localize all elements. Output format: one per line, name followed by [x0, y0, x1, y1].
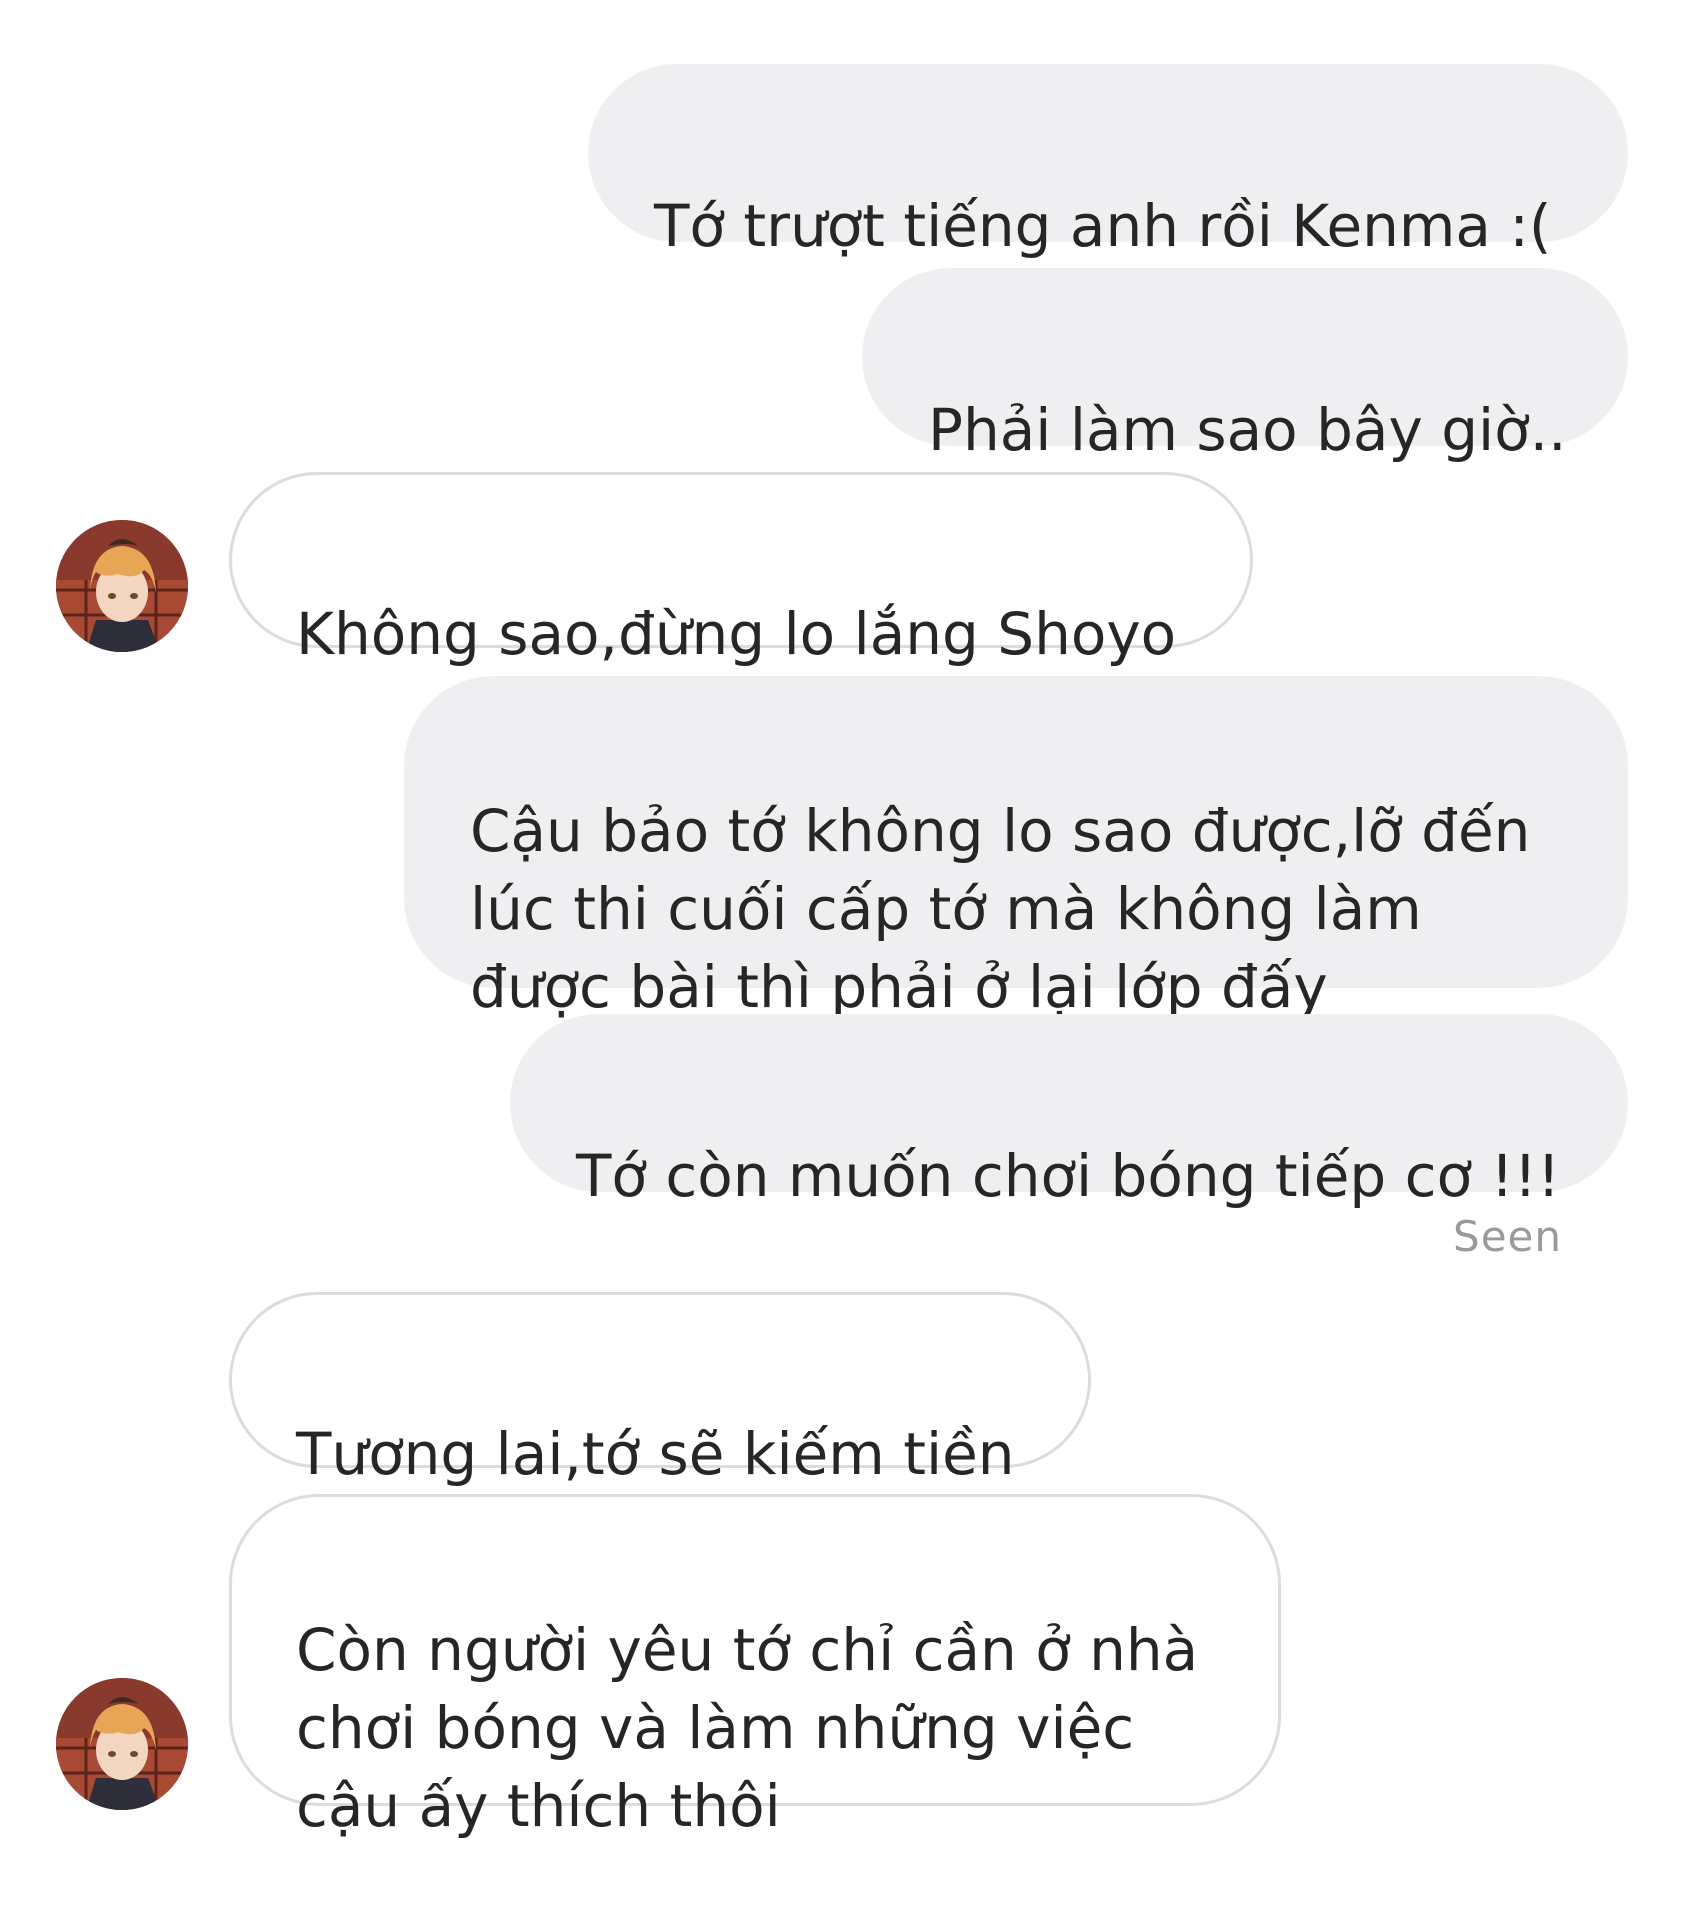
message-text: Không sao,đừng lo lắng Shoyo — [296, 600, 1177, 668]
contact-avatar[interactable] — [56, 520, 188, 652]
message-text: Tương lai,tớ sẽ kiếm tiền — [296, 1420, 1015, 1488]
chat-thread: Tớ trượt tiếng anh rồi Kenma :( Phải làm… — [0, 0, 1686, 1920]
avatar-icon — [56, 1678, 188, 1810]
message-bubble-incoming[interactable]: Tương lai,tớ sẽ kiếm tiền — [229, 1292, 1091, 1488]
message-text: Còn người yêu tớ chỉ cần ở nhà chơi bóng… — [296, 1616, 1199, 1840]
message-bubble-outgoing[interactable]: Phải làm sao bây giờ.. — [862, 268, 1628, 464]
message-bubble-incoming[interactable]: Còn người yêu tớ chỉ cần ở nhà chơi bóng… — [229, 1494, 1281, 1840]
message-text: Cậu bảo tớ không lo sao được,lỡ đến lúc … — [470, 797, 1531, 1021]
message-bubble-outgoing[interactable]: Cậu bảo tớ không lo sao được,lỡ đến lúc … — [404, 676, 1628, 1021]
message-text: Phải làm sao bây giờ.. — [928, 396, 1567, 464]
seen-status: Seen — [1453, 1212, 1562, 1261]
avatar-icon — [56, 520, 188, 652]
message-text: Tớ còn muốn chơi bóng tiếp cơ !!! — [576, 1142, 1561, 1210]
message-bubble-incoming[interactable]: Không sao,đừng lo lắng Shoyo — [229, 472, 1253, 668]
message-text: Tớ trượt tiếng anh rồi Kenma :( — [654, 192, 1552, 260]
message-bubble-outgoing[interactable]: Tớ trượt tiếng anh rồi Kenma :( — [588, 64, 1628, 260]
contact-avatar[interactable] — [56, 1678, 188, 1810]
message-bubble-outgoing[interactable]: Tớ còn muốn chơi bóng tiếp cơ !!! — [510, 1014, 1628, 1210]
